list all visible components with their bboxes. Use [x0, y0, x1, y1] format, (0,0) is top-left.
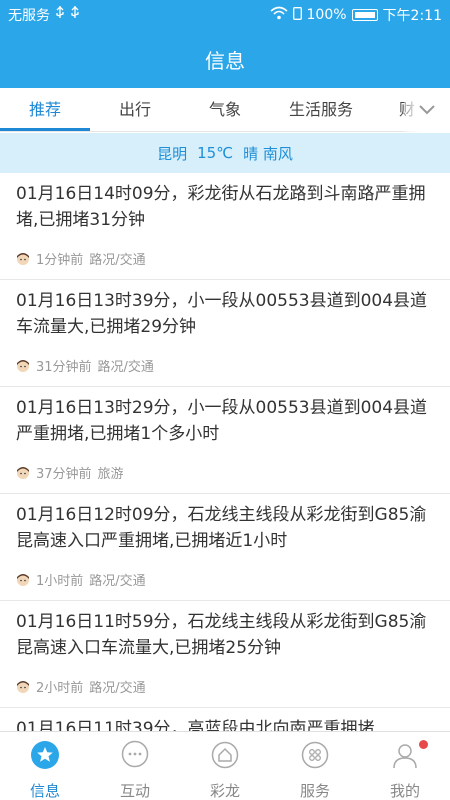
sim-icon — [292, 6, 302, 24]
news-category: 旅游 — [97, 467, 124, 482]
news-time: 37分钟前 — [36, 467, 92, 482]
active-tab-indicator — [0, 128, 90, 131]
news-list: 01月16日14时09分，彩龙街从石龙路到斗南路严重拥堵,已拥堵31分钟 1分钟… — [0, 173, 450, 731]
tabs-expand-button[interactable] — [404, 88, 450, 132]
news-category: 路况/交通 — [97, 360, 154, 375]
avatar-icon — [16, 466, 30, 480]
nav-label: 我的 — [389, 782, 420, 800]
usb-icon — [70, 6, 80, 24]
nav-label: 信息 — [29, 782, 60, 800]
tab-travel[interactable]: 出行 — [90, 88, 180, 132]
news-item[interactable]: 01月16日12时09分，石龙线主线段从彩龙街到G85渝昆高速入口严重拥堵,已拥… — [0, 494, 450, 601]
news-item[interactable]: 01月16日13时39分，小一段从00553县道到004县道车流量大,已拥堵29… — [0, 280, 450, 387]
clock-time: 下午2:11 — [382, 8, 442, 24]
tab-recommend[interactable]: 推荐 — [0, 88, 90, 132]
tab-life-services[interactable]: 生活服务 — [270, 88, 372, 132]
star-icon — [30, 740, 60, 774]
nav-label: 服务 — [299, 782, 330, 800]
nav-label: 彩龙 — [209, 782, 240, 800]
tab-weather[interactable]: 气象 — [180, 88, 270, 132]
wifi-icon — [269, 6, 288, 24]
news-title: 01月16日13时29分，小一段从00553县道到004县道严重拥堵,已拥堵1个… — [16, 398, 428, 444]
battery-percent: 100% — [306, 7, 347, 23]
avatar-icon — [16, 573, 30, 587]
usb-icon — [55, 6, 65, 24]
news-time: 1小时前 — [36, 574, 84, 589]
nav-cailong[interactable]: 彩龙 — [180, 732, 270, 800]
news-title: 01月16日11时59分，石龙线主线段从彩龙街到G85渝昆高速入口车流量大,已拥… — [16, 612, 427, 658]
category-tabs: 推荐 出行 气象 生活服务 财 — [0, 88, 450, 132]
news-item[interactable]: 01月16日14时09分，彩龙街从石龙路到斗南路严重拥堵,已拥堵31分钟 1分钟… — [0, 173, 450, 280]
news-time: 1分钟前 — [36, 253, 84, 268]
carrier-text: 无服务 — [8, 8, 50, 24]
news-category: 路况/交通 — [89, 574, 146, 589]
chevron-down-icon — [418, 101, 436, 120]
news-item[interactable]: 01月16日13时29分，小一段从00553县道到004县道严重拥堵,已拥堵1个… — [0, 387, 450, 494]
weather-temperature: 15℃ — [197, 144, 234, 162]
avatar-icon — [16, 680, 30, 694]
app-bar: 信息 — [0, 30, 450, 88]
nav-label: 互动 — [119, 782, 150, 800]
status-bar: 无服务 100% 下午2:11 — [0, 0, 450, 30]
news-title: 01月16日14时09分，彩龙街从石龙路到斗南路严重拥堵,已拥堵31分钟 — [16, 184, 426, 230]
chat-icon — [120, 740, 150, 774]
news-title: 01月16日12时09分，石龙线主线段从彩龙街到G85渝昆高速入口严重拥堵,已拥… — [16, 505, 427, 551]
nav-services[interactable]: 服务 — [270, 732, 360, 800]
page-title: 信息 — [205, 48, 245, 73]
news-category: 路况/交通 — [89, 253, 146, 268]
news-time: 2小时前 — [36, 681, 84, 696]
nav-interaction[interactable]: 互动 — [90, 732, 180, 800]
news-item[interactable]: 01月16日11时59分，石龙线主线段从彩龙街到G85渝昆高速入口车流量大,已拥… — [0, 601, 450, 708]
news-category: 路况/交通 — [89, 681, 146, 696]
notification-badge — [419, 740, 428, 749]
weather-condition: 晴 南风 — [243, 144, 293, 163]
nav-info[interactable]: 信息 — [0, 732, 90, 800]
profile-icon — [390, 740, 420, 774]
home-icon — [210, 740, 240, 774]
avatar-icon — [16, 252, 30, 266]
weather-city: 昆明 — [157, 144, 188, 163]
weather-banner[interactable]: 昆明 15℃ 晴 南风 — [0, 133, 450, 173]
news-title: 01月16日11时39分，高蓝段由北向南严重拥堵 — [16, 719, 375, 731]
battery-icon — [351, 9, 378, 21]
news-time: 31分钟前 — [36, 360, 92, 375]
news-item[interactable]: 01月16日11时39分，高蓝段由北向南严重拥堵 — [0, 708, 450, 731]
avatar-icon — [16, 359, 30, 373]
services-icon — [300, 740, 330, 774]
bottom-navigation: 信息 互动 彩龙 服务 我的 — [0, 731, 450, 800]
news-title: 01月16日13时39分，小一段从00553县道到004县道车流量大,已拥堵29… — [16, 291, 428, 337]
nav-mine[interactable]: 我的 — [360, 732, 450, 800]
